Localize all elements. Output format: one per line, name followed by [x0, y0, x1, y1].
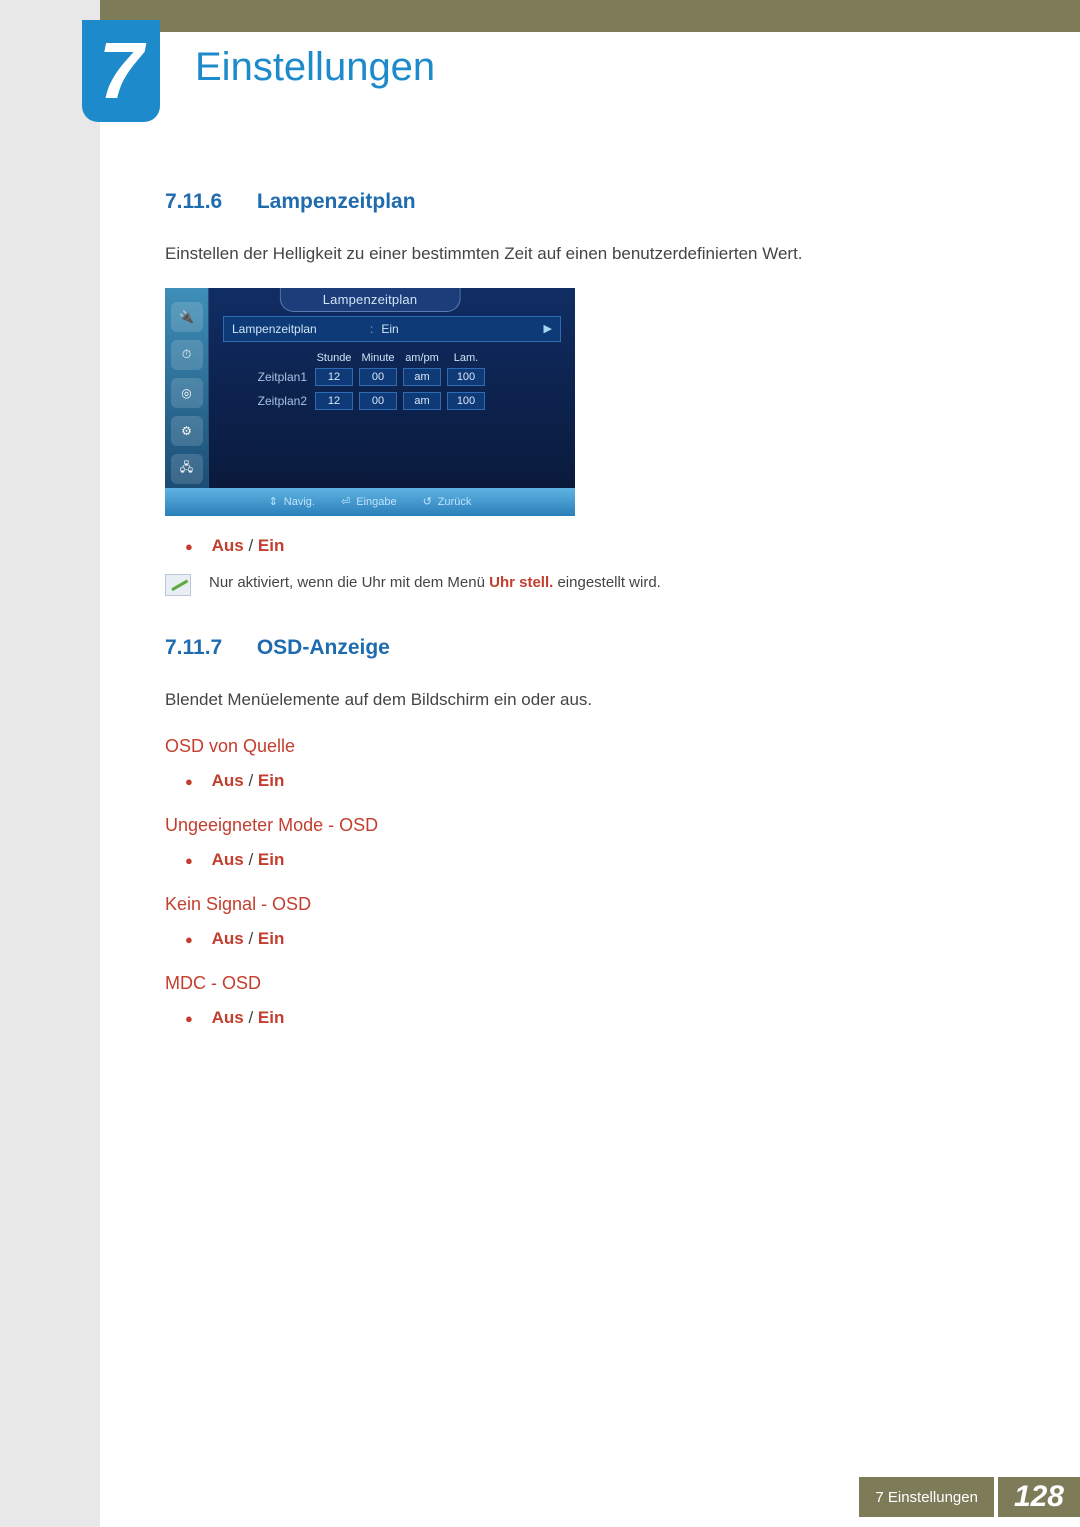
osd-header-hour: Stunde — [315, 352, 353, 364]
osd-header-ampm: am/pm — [403, 352, 441, 364]
option-sep: / — [248, 929, 253, 948]
subsection-heading: MDC - OSD — [165, 973, 970, 994]
osd-header-lam: Lam. — [447, 352, 485, 364]
osd-schedule-label: Zeitplan2 — [223, 394, 309, 408]
osd-state-value: Ein — [381, 322, 398, 336]
option-sep: / — [248, 1008, 253, 1027]
updown-icon: ⇕ — [269, 495, 278, 508]
bullet-dot-icon: ● — [185, 932, 193, 947]
osd-footer: ⇕Navig. ⏎Eingabe ↺Zurück — [165, 488, 575, 516]
osd-cell-minute: 00 — [359, 368, 397, 386]
section-number: 7.11.6 — [165, 190, 251, 214]
footer-chapter-label: 7 Einstellungen — [859, 1477, 994, 1517]
manual-page: 7 Einstellungen 7.11.6 Lampenzeitplan Ei… — [0, 0, 1080, 1527]
osd-cell-ampm: am — [403, 368, 441, 386]
network-icon: 🖧 — [171, 454, 203, 484]
time-icon: ⏱ — [171, 340, 203, 370]
subsection-heading: Ungeeigneter Mode - OSD — [165, 815, 970, 836]
osd-schedule-label: Zeitplan1 — [223, 370, 309, 384]
osd-widget: Lampenzeitplan 🔌 ⏱ ◎ ⚙ 🖧 Lampenzeitplan … — [165, 288, 575, 516]
osd-footer-eingabe: ⏎Eingabe — [341, 495, 397, 508]
option-ein: Ein — [258, 536, 284, 555]
bullet-dot-icon: ● — [185, 539, 193, 554]
osd-cell-lam: 100 — [447, 368, 485, 386]
subsection-heading: Kein Signal - OSD — [165, 894, 970, 915]
info-note: Nur aktiviert, wenn die Uhr mit dem Menü… — [165, 574, 970, 596]
osd-header-minute: Minute — [359, 352, 397, 364]
osd-schedule-row: Zeitplan1 12 00 am 100 — [223, 368, 561, 386]
bullet-dot-icon: ● — [185, 853, 193, 868]
section-title: Lampenzeitplan — [257, 190, 416, 213]
osd-cell-ampm: am — [403, 392, 441, 410]
content-area: 7.11.6 Lampenzeitplan Einstellen der Hel… — [165, 190, 970, 1042]
left-margin — [0, 0, 100, 1527]
option-aus: Aus — [212, 771, 244, 790]
chapter-title: Einstellungen — [195, 45, 435, 90]
play-icon: ▶ — [544, 322, 552, 335]
option-aus: Aus — [212, 536, 244, 555]
section-title: OSD-Anzeige — [257, 636, 390, 659]
plug-icon: 🔌 — [171, 302, 203, 332]
section-heading: 7.11.6 Lampenzeitplan — [165, 190, 970, 214]
return-icon: ↺ — [423, 495, 432, 508]
section-body: Einstellen der Helligkeit zu einer besti… — [165, 242, 970, 266]
note-text: Nur aktiviert, wenn die Uhr mit dem Menü… — [209, 574, 661, 591]
osd-column-headers: Stunde Minute am/pm Lam. — [223, 342, 561, 368]
osd-colon: : — [370, 322, 373, 336]
option-ein: Ein — [258, 1008, 284, 1027]
option-ein: Ein — [258, 929, 284, 948]
enter-icon: ⏎ — [341, 495, 350, 508]
osd-schedule-row: Zeitplan2 12 00 am 100 — [223, 392, 561, 410]
chapter-number: 7 — [99, 25, 144, 117]
option-aus: Aus — [212, 850, 244, 869]
lens-icon: ◎ — [171, 378, 203, 408]
note-icon — [165, 574, 191, 596]
osd-sidebar: 🔌 ⏱ ◎ ⚙ 🖧 — [165, 288, 209, 488]
top-banner — [0, 0, 1080, 32]
bullet-dot-icon: ● — [185, 1011, 193, 1026]
osd-footer-zurueck: ↺Zurück — [423, 495, 472, 508]
osd-cell-lam: 100 — [447, 392, 485, 410]
page-footer: 7 Einstellungen 128 — [0, 1467, 1080, 1527]
option-bullet: ● Aus / Ein — [185, 850, 970, 870]
option-sep: / — [248, 536, 253, 555]
subsection-heading: OSD von Quelle — [165, 736, 970, 757]
footer-page-number: 128 — [998, 1477, 1080, 1517]
section-heading: 7.11.7 OSD-Anzeige — [165, 636, 970, 660]
option-bullet: ● Aus / Ein — [185, 1008, 970, 1028]
option-aus: Aus — [212, 929, 244, 948]
option-sep: / — [248, 771, 253, 790]
osd-main-panel: Lampenzeitplan : Ein ▶ Stunde Minute am/… — [209, 288, 575, 488]
gear-icon: ⚙ — [171, 416, 203, 446]
osd-cell-hour: 12 — [315, 368, 353, 386]
option-ein: Ein — [258, 850, 284, 869]
option-bullet: ● Aus / Ein — [185, 771, 970, 791]
option-bullet: ● Aus / Ein — [185, 929, 970, 949]
osd-cell-minute: 00 — [359, 392, 397, 410]
section-number: 7.11.7 — [165, 636, 251, 660]
osd-state-label: Lampenzeitplan — [232, 322, 362, 336]
option-ein: Ein — [258, 771, 284, 790]
bullet-dot-icon: ● — [185, 774, 193, 789]
option-bullet: ● Aus / Ein — [185, 536, 970, 556]
footer-right: 7 Einstellungen 128 — [859, 1477, 1080, 1517]
osd-body: 🔌 ⏱ ◎ ⚙ 🖧 Lampenzeitplan : Ein ▶ Stunde — [165, 288, 575, 488]
note-highlight: Uhr stell. — [489, 574, 553, 591]
option-aus: Aus — [212, 1008, 244, 1027]
osd-state-row: Lampenzeitplan : Ein ▶ — [223, 316, 561, 342]
option-sep: / — [248, 850, 253, 869]
osd-title: Lampenzeitplan — [280, 288, 461, 312]
osd-footer-navig: ⇕Navig. — [269, 495, 315, 508]
chapter-number-tab: 7 — [82, 20, 160, 122]
section-body: Blendet Menüelemente auf dem Bildschirm … — [165, 688, 970, 712]
osd-cell-hour: 12 — [315, 392, 353, 410]
